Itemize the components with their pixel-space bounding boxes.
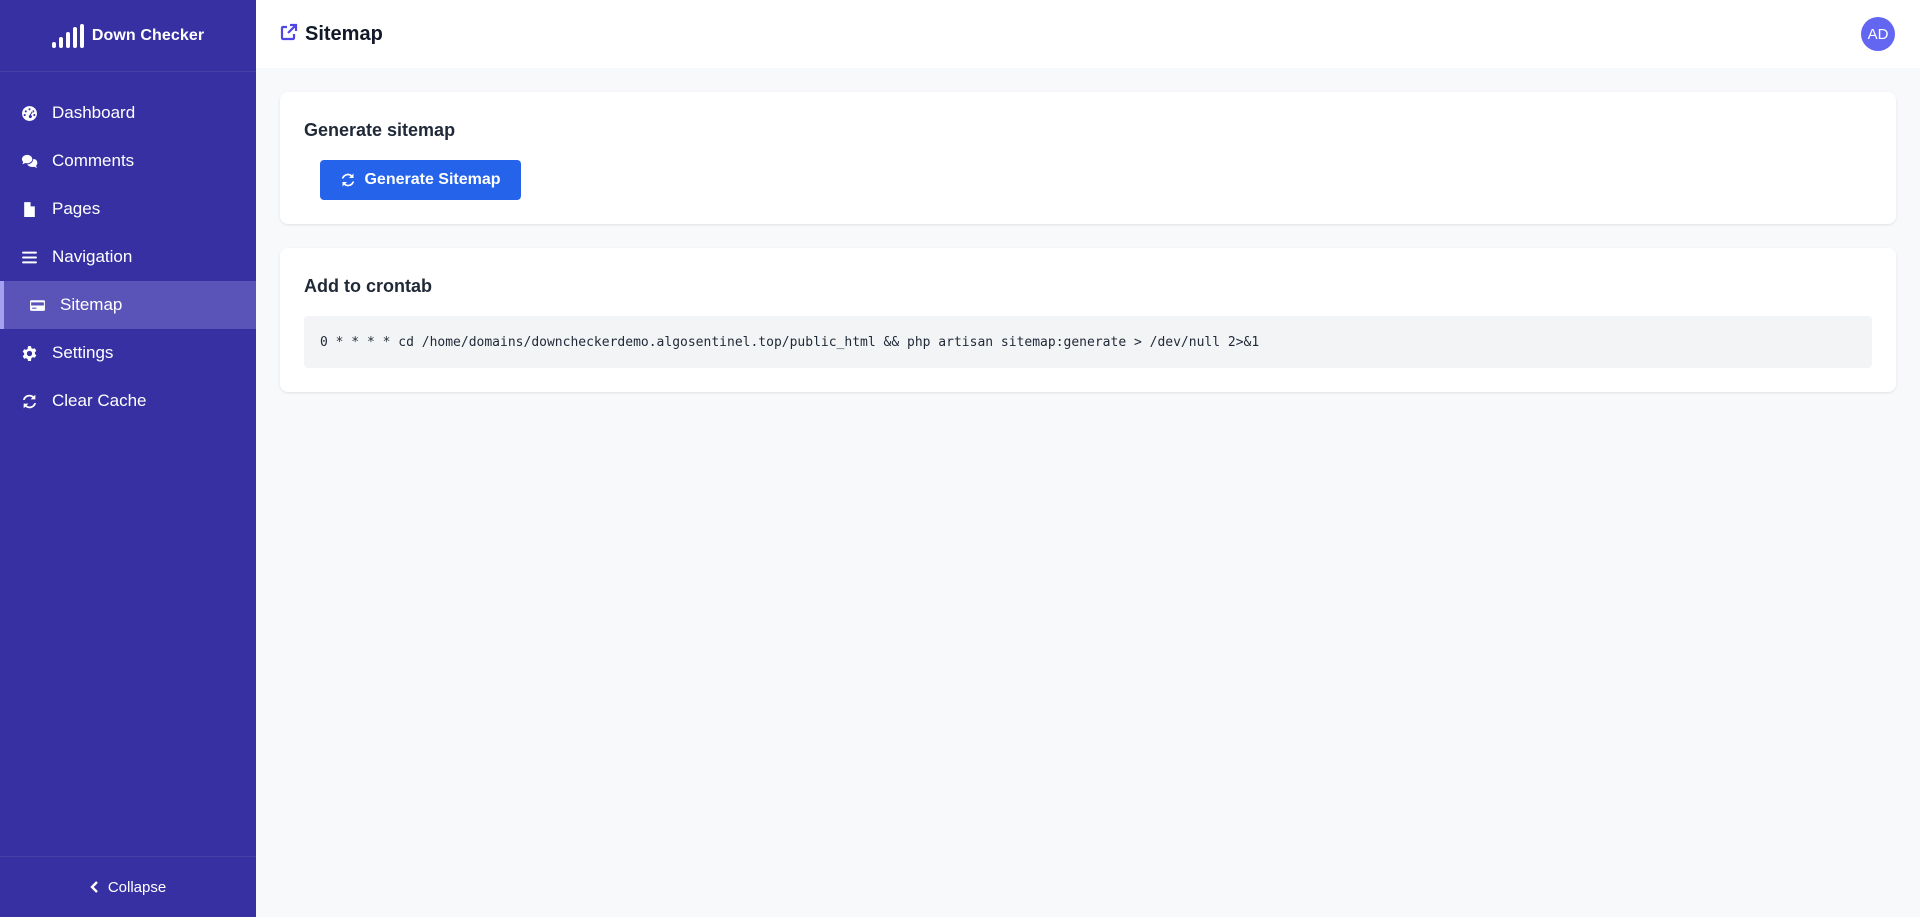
collapse-label: Collapse bbox=[107, 878, 167, 896]
sidebar-nav: Dashboard Comments Pages Navigation Site… bbox=[0, 89, 256, 425]
sidebar-item-dashboard[interactable]: Dashboard bbox=[0, 89, 256, 137]
external-link-icon bbox=[280, 23, 298, 46]
collapse-button[interactable]: Collapse bbox=[0, 856, 256, 917]
sidebar-item-label: Pages bbox=[52, 199, 101, 218]
button-label: Generate Sitemap bbox=[364, 171, 501, 188]
sidebar-item-label: Dashboard bbox=[52, 103, 136, 122]
sidebar: Down Checker Dashboard Comments Pages Na… bbox=[0, 0, 256, 917]
sidebar-item-settings[interactable]: Settings bbox=[0, 329, 256, 377]
sidebar-item-label: Sitemap bbox=[60, 295, 123, 314]
generate-sitemap-button[interactable]: Generate Sitemap bbox=[320, 160, 521, 200]
page-header: Sitemap AD bbox=[256, 0, 1920, 68]
sidebar-item-sitemap[interactable]: Sitemap bbox=[0, 281, 256, 329]
comments-icon bbox=[20, 152, 38, 170]
sidebar-item-label: Settings bbox=[52, 343, 114, 362]
generate-sitemap-card: Generate sitemap Generate Sitemap bbox=[280, 92, 1896, 224]
refresh-icon bbox=[342, 173, 355, 187]
bars-icon bbox=[20, 248, 38, 266]
sidebar-item-clear-cache[interactable]: Clear Cache bbox=[0, 377, 256, 425]
sidebar-item-label: Navigation bbox=[52, 247, 133, 266]
sitemap-icon bbox=[28, 296, 46, 314]
crontab-command[interactable]: 0 * * * * cd /home/domains/downcheckerde… bbox=[304, 316, 1872, 368]
dashboard-icon bbox=[20, 104, 38, 122]
card-title: Add to crontab bbox=[304, 276, 432, 296]
brand-name: Down Checker bbox=[91, 26, 205, 44]
chevron-left-icon bbox=[90, 881, 98, 893]
file-icon bbox=[20, 200, 38, 218]
sidebar-item-label: Clear Cache bbox=[52, 391, 147, 410]
page-title: Sitemap bbox=[305, 22, 383, 45]
avatar[interactable]: AD bbox=[1861, 17, 1895, 51]
brand[interactable]: Down Checker bbox=[0, 0, 256, 72]
sidebar-item-pages[interactable]: Pages bbox=[0, 185, 256, 233]
signal-bars-icon bbox=[51, 23, 84, 48]
refresh-icon bbox=[20, 392, 38, 410]
crontab-card: Add to crontab 0 * * * * cd /home/domain… bbox=[280, 248, 1896, 392]
card-title: Generate sitemap bbox=[304, 120, 456, 140]
sidebar-item-navigation[interactable]: Navigation bbox=[0, 233, 256, 281]
sidebar-item-label: Comments bbox=[52, 151, 135, 170]
sidebar-item-comments[interactable]: Comments bbox=[0, 137, 256, 185]
gear-icon bbox=[20, 344, 38, 362]
